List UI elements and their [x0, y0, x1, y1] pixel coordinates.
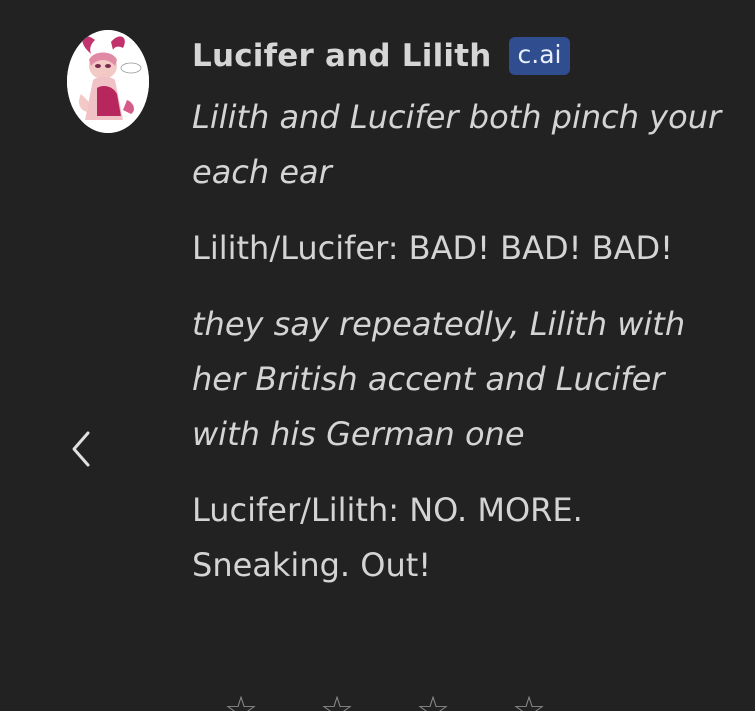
star-icon[interactable]: ☆: [410, 691, 456, 711]
star-icon[interactable]: ☆: [218, 691, 264, 711]
message-paragraph: they say repeatedly, Lilith with her Bri…: [192, 305, 686, 453]
message-paragraph: Lilith and Lucifer both pinch your each …: [192, 98, 722, 191]
avatar[interactable]: [67, 30, 149, 133]
cai-badge: c.ai: [508, 37, 571, 75]
message-paragraph: Lucifer/Lilith: NO. MORE. Sneaking. Out!: [192, 491, 583, 584]
character-name[interactable]: Lucifer and Lilith: [192, 38, 492, 74]
message-body: Lilith and Lucifer both pinch your each …: [192, 90, 737, 614]
message-paragraph: Lilith/Lucifer: BAD! BAD! BAD!: [192, 229, 673, 267]
rating-stars: ☆ ☆ ☆ ☆: [218, 691, 552, 711]
star-icon[interactable]: ☆: [314, 691, 360, 711]
previous-response-button[interactable]: [60, 422, 100, 476]
message-header: Lucifer and Lilith c.ai: [192, 30, 571, 82]
chevron-left-icon: [72, 431, 90, 467]
character-avatar-image: [67, 30, 149, 133]
star-icon[interactable]: ☆: [506, 691, 552, 711]
